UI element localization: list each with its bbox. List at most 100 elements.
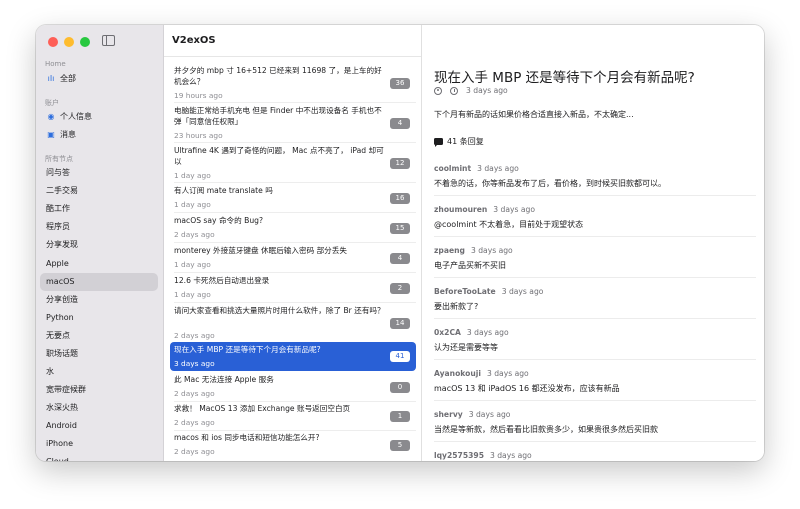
detail-meta: 3 days ago	[434, 86, 508, 95]
sidebar-item-label: 二手交易	[46, 186, 78, 195]
topic-title: 有人订阅 mate translate 吗	[174, 186, 273, 195]
sidebar-item-macos[interactable]: macOS	[40, 273, 158, 291]
topic-row[interactable]: 请问大家查看和挑选大量照片时用什么软件，除了 Br 还有吗？ 2 days ag…	[170, 305, 416, 341]
sidebar-item-node[interactable]: 程序员	[40, 218, 158, 236]
topic-time: 19 hours ago	[174, 91, 223, 100]
comment-time: 3 days ago	[466, 328, 509, 337]
comment-time: 3 days ago	[468, 410, 511, 419]
sidebar-item-node[interactable]: 水	[40, 363, 158, 381]
sidebar-item-node[interactable]: 分享创造	[40, 291, 158, 309]
sidebar-item-messages[interactable]: ▣ 消息	[40, 126, 158, 144]
topic-row[interactable]: macos 和 ios 同步电话和短信功能怎么开? 2 days ago 5	[170, 432, 416, 458]
reply-count: 41 条回复	[434, 136, 484, 147]
message-icon: ▣	[47, 130, 55, 139]
sidebar-item-label: Apple	[46, 259, 69, 268]
topic-title: 求救！ MacOS 13 添加 Exchange 账号返回空白页	[174, 404, 351, 413]
comment-text: macOS 13 和 iPadOS 16 都还没发布，应该有新品	[434, 384, 620, 393]
reply-count-label: 41 条回复	[447, 137, 484, 146]
topic-time: 1 day ago	[174, 171, 211, 180]
window-controls	[48, 37, 90, 47]
topic-row[interactable]: macOS say 命令的 Bug? 2 days ago 15	[170, 215, 416, 241]
divider	[174, 401, 416, 402]
reply-count-badge: 4	[390, 118, 410, 129]
topic-row[interactable]: 并夕夕的 mbp 寸 16+512 已经来到 11698 了，是上车的好机会么？…	[170, 65, 416, 101]
person-circle-icon: ◉	[47, 112, 55, 121]
sidebar-item-profile[interactable]: ◉ 个人信息	[40, 108, 158, 126]
sidebar-item-node[interactable]: 分享发现	[40, 236, 158, 254]
comment-time: 3 days ago	[477, 164, 519, 173]
minimize-button[interactable]	[64, 37, 74, 47]
sidebar-item-label: 个人信息	[60, 112, 92, 121]
topic-time: 3 days ago	[174, 359, 215, 368]
comment-author[interactable]: Ayanokouji	[434, 369, 481, 378]
reply-count-badge: 36	[390, 78, 410, 89]
divider	[434, 236, 756, 237]
close-button[interactable]	[48, 37, 58, 47]
sidebar-item-node[interactable]: Apple	[40, 255, 158, 273]
sidebar-item-node[interactable]: 二手交易	[40, 182, 158, 200]
sidebar-item-node[interactable]: 无要点	[40, 327, 158, 345]
comment-author[interactable]: zhoumouren	[434, 205, 487, 214]
detail-title: 现在入手 MBP 还是等待下个月会有新品呢?	[434, 70, 695, 86]
zoom-button[interactable]	[80, 37, 90, 47]
reply-count-badge: 16	[390, 193, 410, 204]
sidebar-item-node[interactable]: 宽带症候群	[40, 381, 158, 399]
person-icon[interactable]	[434, 86, 442, 95]
comment-text: 认为还是需要等等	[434, 343, 498, 352]
sidebar-item-label: 问与答	[46, 168, 70, 177]
comment-author[interactable]: lqy2575395	[434, 451, 484, 460]
sidebar-section-nodes: 所有节点	[45, 155, 73, 163]
topic-row[interactable]: 求救！ MacOS 13 添加 Exchange 账号返回空白页 2 days …	[170, 403, 416, 429]
sidebar-item-node[interactable]: 水深火热	[40, 399, 158, 417]
topic-time: 1 day ago	[174, 290, 211, 299]
topic-title: monterey 外接蓝牙键盘 休眠后输入密码 部分丢失	[174, 246, 347, 255]
reply-count-badge: 1	[390, 411, 410, 422]
divider	[174, 302, 416, 303]
topic-row[interactable]: Ultrafine 4K 遇到了奇怪的问题， Mac 点不亮了， iPad 却可…	[170, 145, 416, 181]
topic-title: macos 和 ios 同步电话和短信功能怎么开?	[174, 433, 320, 442]
sidebar-item-label: 酷工作	[46, 204, 70, 213]
topic-row[interactable]: 电脑能正常给手机充电 但是 Finder 中不出现设备名 手机也不弹「同意信任权…	[170, 105, 416, 141]
list-header: V2exOS	[164, 25, 421, 57]
topic-title: 12.6 卡死然后自动退出登录	[174, 276, 270, 285]
sidebar-item-label: 水	[46, 367, 54, 376]
topic-row[interactable]: 有人订阅 mate translate 吗 1 day ago 16	[170, 185, 416, 211]
comment-author[interactable]: BeforeTooLate	[434, 287, 496, 296]
topic-row[interactable]: 12.6 卡死然后自动退出登录 1 day ago 2	[170, 275, 416, 301]
topic-row[interactable]: monterey 外接蓝牙键盘 休眠后输入密码 部分丢失 1 day ago 4	[170, 245, 416, 271]
comment-author[interactable]: shervy	[434, 410, 463, 419]
sidebar-item-label: 无要点	[46, 331, 70, 340]
sidebar-item-all[interactable]: ıIı 全部	[40, 70, 158, 88]
comment-time: 3 days ago	[486, 369, 529, 378]
comment-author[interactable]: 0x2CA	[434, 328, 461, 337]
topic-row-selected[interactable]: 现在入手 MBP 还是等待下个月会有新品呢? 3 days ago 41	[170, 342, 416, 371]
waveform-icon: ıIı	[47, 74, 55, 83]
topic-title: 请问大家查看和挑选大量照片时用什么软件，除了 Br 还有吗？	[174, 306, 385, 315]
sidebar-item-node[interactable]: Cloud	[40, 453, 158, 461]
comment: Ayanokouji 3 days ago macOS 13 和 iPadOS 1…	[434, 369, 756, 394]
topic-row[interactable]: 此 Mac 无法连接 Apple 服务 2 days ago 0	[170, 374, 416, 400]
comment-author[interactable]: coolmint	[434, 164, 471, 173]
divider	[174, 182, 416, 183]
sidebar-item-node[interactable]: 问与答	[40, 164, 158, 182]
comment: shervy 3 days ago 当然是等新款，然后看看比旧款贵多少，如果贵很多…	[434, 410, 756, 435]
comment-author[interactable]: zpaeng	[434, 246, 465, 255]
sidebar-item-node[interactable]: 酷工作	[40, 200, 158, 218]
comment-text: 电子产品买新不买旧	[434, 261, 506, 270]
sidebar-item-label: Cloud	[46, 453, 69, 461]
comment-time: 3 days ago	[501, 287, 544, 296]
reply-count-badge: 41	[390, 351, 410, 362]
divider	[434, 277, 756, 278]
sidebar-toggle-icon[interactable]	[102, 35, 115, 46]
sidebar-item-label: 分享发现	[46, 240, 78, 249]
topic-list: V2exOS 并夕夕的 mbp 寸 16+512 已经来到 11698 了，是上…	[164, 25, 422, 461]
topic-time: 2 days ago	[174, 389, 215, 398]
comment-time: 3 days ago	[489, 451, 532, 460]
sidebar-item-node[interactable]: Python	[40, 309, 158, 327]
sidebar-item-node[interactable]: iPhone	[40, 435, 158, 453]
sidebar-section-account: 账户	[45, 99, 59, 107]
comment-text: @coolmint 不太着急，目前处于观望状态	[434, 220, 584, 229]
sidebar-item-node[interactable]: Android	[40, 417, 158, 435]
sidebar-item-node[interactable]: 职场话题	[40, 345, 158, 363]
detail-body: 下个月有新品的话如果价格合适直接入新品，不太确定...	[434, 110, 634, 119]
